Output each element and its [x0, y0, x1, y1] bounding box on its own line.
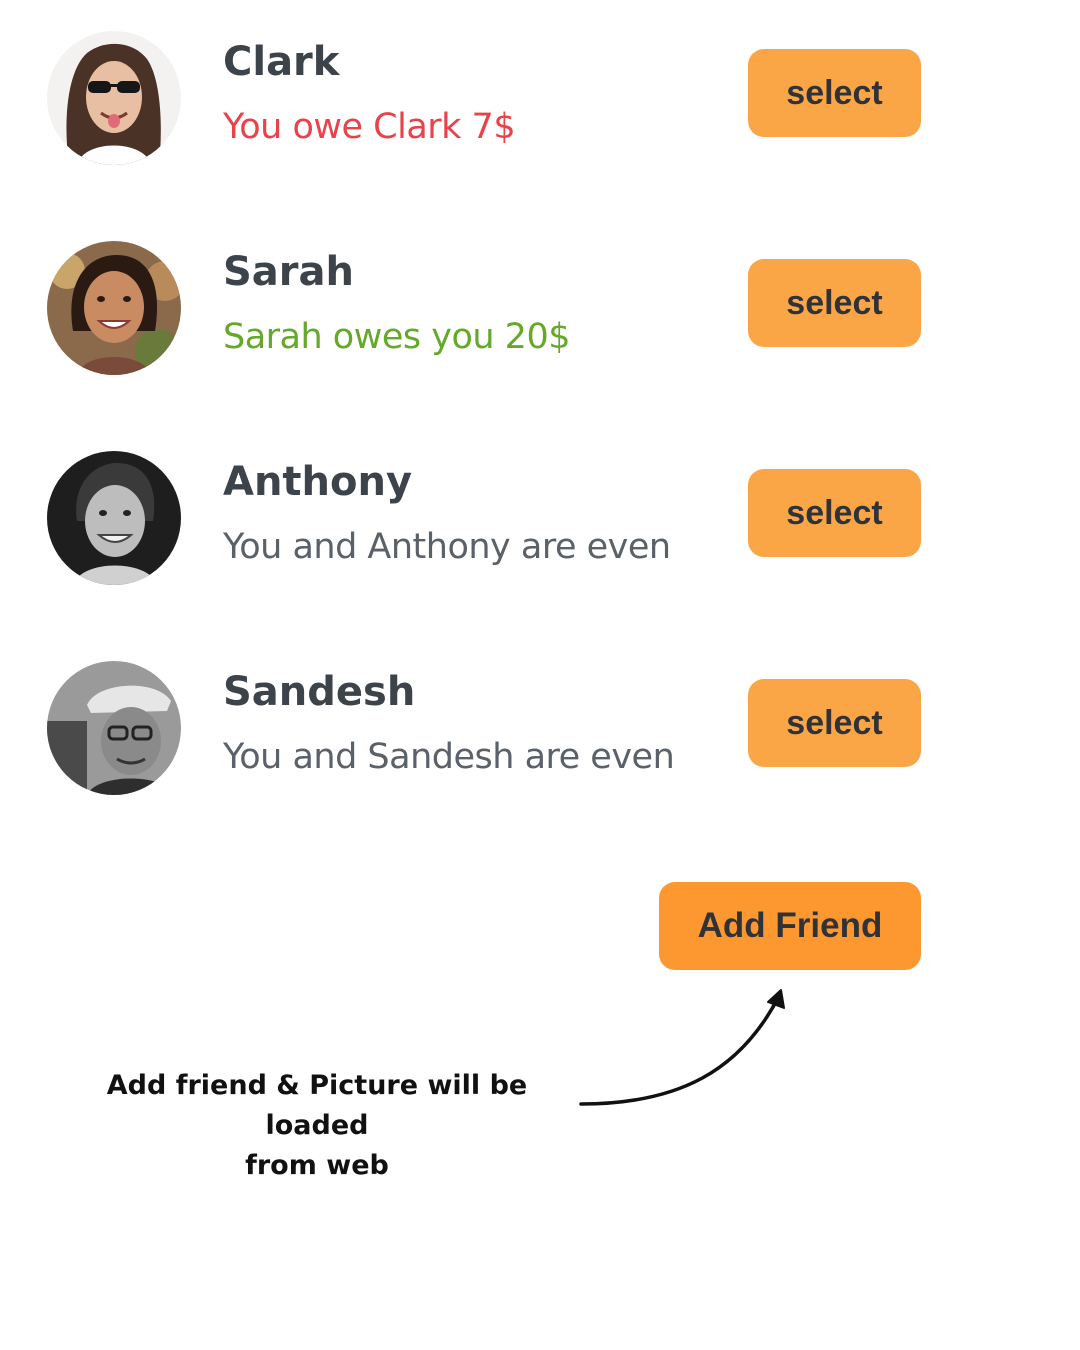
- annotation-note: Add friend & Picture will be loaded from…: [57, 1066, 577, 1186]
- annotation-line-1: Add friend & Picture will be loaded: [106, 1070, 528, 1141]
- annotation-line-2: from web: [245, 1150, 389, 1181]
